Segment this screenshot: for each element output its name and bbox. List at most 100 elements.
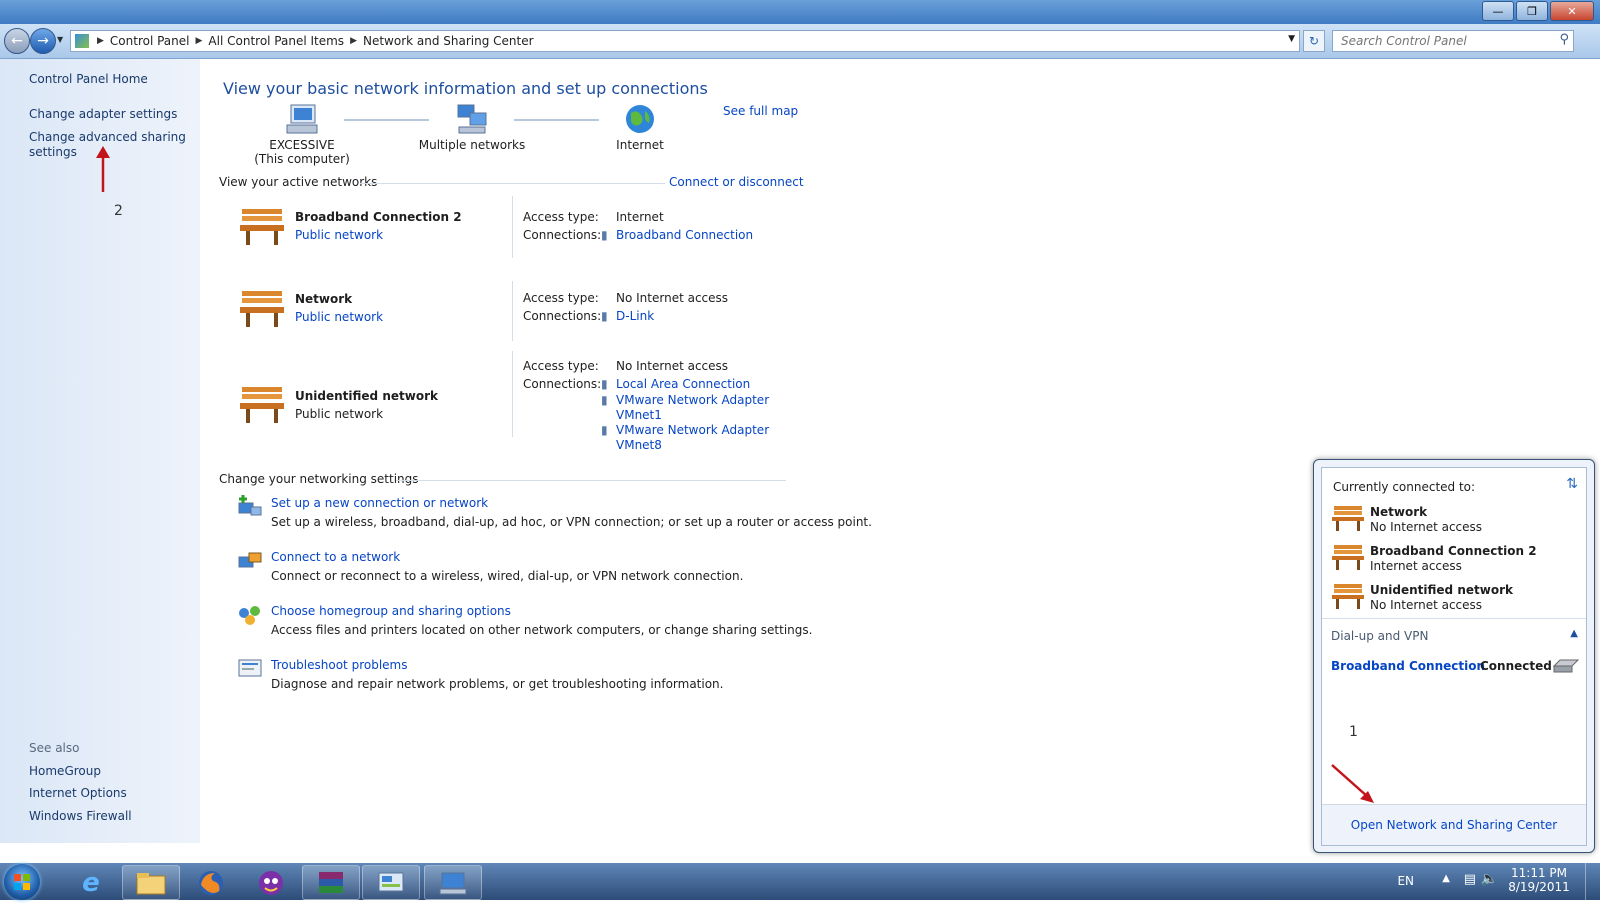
close-button[interactable]: ✕ bbox=[1550, 1, 1594, 21]
refresh-icon[interactable]: ⇅ bbox=[1566, 476, 1578, 492]
taskbar-winrar[interactable] bbox=[302, 865, 360, 900]
dialup-connection-link[interactable]: Broadband Connection bbox=[1331, 659, 1485, 673]
taskbar-firefox[interactable] bbox=[182, 865, 240, 900]
taskbar-control-panel[interactable] bbox=[362, 865, 420, 900]
access-type-value: No Internet access bbox=[616, 359, 729, 373]
control-panel-home-link[interactable]: Control Panel Home bbox=[29, 72, 148, 86]
task-description: Connect or reconnect to a wireless, wire… bbox=[271, 569, 744, 583]
address-bar[interactable]: ▶ Control Panel ▶ All Control Panel Item… bbox=[70, 30, 1300, 52]
internet-options-link[interactable]: Internet Options bbox=[29, 786, 127, 800]
homegroup-link[interactable]: HomeGroup bbox=[29, 764, 101, 778]
clock[interactable]: 11:11 PM 8/19/2011 bbox=[1504, 866, 1574, 894]
recent-pages-dropdown[interactable]: ▼ bbox=[57, 35, 63, 44]
clock-date: 8/19/2011 bbox=[1508, 880, 1570, 894]
active-networks-heading: View your active networks bbox=[219, 175, 378, 189]
dialup-vpn-heading[interactable]: Dial-up and VPN bbox=[1331, 629, 1428, 643]
language-indicator[interactable]: EN bbox=[1397, 874, 1414, 888]
breadcrumb-control-panel[interactable]: Control Panel bbox=[110, 34, 190, 48]
bench-icon bbox=[1332, 584, 1364, 609]
adapter-icon: ▮ bbox=[601, 309, 608, 323]
show-desktop-button[interactable] bbox=[1585, 863, 1600, 900]
window-controls: — ❐ ✕ bbox=[1482, 1, 1594, 21]
open-network-sharing-center-link[interactable]: Open Network and Sharing Center bbox=[1351, 818, 1557, 832]
homegroup-sharing-link[interactable]: Choose homegroup and sharing options bbox=[271, 604, 511, 618]
bench-icon bbox=[240, 209, 284, 245]
bench-icon bbox=[1332, 545, 1364, 570]
control-panel-icon bbox=[378, 872, 404, 891]
flyout-network-status: Internet access bbox=[1370, 559, 1462, 573]
breadcrumb-all-items[interactable]: All Control Panel Items bbox=[208, 34, 344, 48]
taskbar-yahoo-messenger[interactable] bbox=[242, 865, 300, 900]
breadcrumb-separator[interactable]: ▶ bbox=[350, 36, 357, 46]
breadcrumb-network-sharing[interactable]: Network and Sharing Center bbox=[363, 34, 534, 48]
network-tray-icon[interactable]: ▤ bbox=[1464, 872, 1476, 887]
collapse-icon[interactable]: ▲ bbox=[1570, 628, 1578, 639]
volume-icon[interactable]: 🔈 bbox=[1481, 871, 1498, 887]
flyout-network-name[interactable]: Unidentified network bbox=[1370, 583, 1513, 597]
search-icon[interactable]: ⚲ bbox=[1559, 32, 1569, 47]
breadcrumb-separator[interactable]: ▶ bbox=[196, 36, 203, 46]
connection-link[interactable]: VMware Network Adapter VMnet8 bbox=[616, 423, 769, 453]
search-box[interactable]: ⚲ bbox=[1332, 30, 1574, 52]
connect-to-network-link[interactable]: Connect to a network bbox=[271, 550, 400, 564]
network-type: Public network bbox=[295, 407, 384, 421]
forward-button[interactable]: → bbox=[30, 28, 56, 54]
new-connection-icon bbox=[238, 495, 262, 516]
connection-link[interactable]: Local Area Connection bbox=[616, 377, 750, 391]
troubleshoot-link[interactable]: Troubleshoot problems bbox=[271, 658, 407, 672]
flyout-network-name[interactable]: Broadband Connection 2 bbox=[1370, 544, 1537, 558]
connection-link[interactable]: Broadband Connection bbox=[616, 228, 753, 242]
divider bbox=[512, 196, 513, 258]
breadcrumb-separator[interactable]: ▶ bbox=[97, 36, 104, 46]
dialup-status: Connected bbox=[1480, 659, 1552, 673]
annotation-arrow-2 bbox=[96, 146, 110, 192]
divider bbox=[512, 351, 513, 437]
network-flyout: Currently connected to: ⇅ Network No Int… bbox=[1313, 459, 1595, 853]
see-full-map-link[interactable]: See full map bbox=[723, 104, 798, 118]
address-row: ← → ▼ ▶ Control Panel ▶ All Control Pane… bbox=[0, 24, 1600, 59]
network-type-link[interactable]: Public network bbox=[295, 310, 383, 324]
back-button[interactable]: ← bbox=[4, 28, 30, 54]
setup-connection-link[interactable]: Set up a new connection or network bbox=[271, 496, 488, 510]
windows-firewall-link[interactable]: Windows Firewall bbox=[29, 809, 132, 823]
connection-link[interactable]: D-Link bbox=[616, 309, 654, 323]
back-arrow-icon: ← bbox=[11, 33, 23, 49]
access-type-value: Internet bbox=[616, 210, 664, 224]
network-type-link[interactable]: Public network bbox=[295, 228, 383, 242]
start-button[interactable] bbox=[4, 864, 40, 900]
adapter-icon: ▮ bbox=[601, 393, 608, 407]
refresh-button[interactable]: ↻ bbox=[1303, 30, 1325, 52]
flyout-network-name[interactable]: Network bbox=[1370, 505, 1427, 519]
taskbar-ie[interactable]: e bbox=[62, 865, 120, 900]
connections-label: Connections: bbox=[523, 377, 602, 391]
adapter-icon: ▮ bbox=[601, 423, 608, 437]
adapter-icon: ▮ bbox=[601, 228, 608, 242]
connection-link[interactable]: VMware Network Adapter VMnet1 bbox=[616, 393, 769, 423]
taskbar-explorer[interactable] bbox=[122, 865, 180, 900]
winrar-icon bbox=[319, 871, 343, 893]
minimize-button[interactable]: — bbox=[1482, 1, 1514, 21]
adapter-icon: ▮ bbox=[601, 377, 608, 391]
flyout-footer: Open Network and Sharing Center bbox=[1322, 804, 1586, 845]
connect-or-disconnect-link[interactable]: Connect or disconnect bbox=[669, 175, 804, 189]
annotation-number-1: 1 bbox=[1349, 724, 1358, 740]
troubleshoot-icon bbox=[238, 659, 262, 677]
map-computer-node[interactable]: EXCESSIVE (This computer) bbox=[250, 103, 354, 166]
refresh-icon: ↻ bbox=[1308, 34, 1320, 48]
change-adapter-settings-link[interactable]: Change adapter settings bbox=[29, 107, 177, 121]
annotation-arrow-1 bbox=[1331, 764, 1374, 803]
map-multiple-networks-node[interactable]: Multiple networks bbox=[412, 103, 532, 152]
annotation-number-2: 2 bbox=[114, 203, 123, 219]
access-type-label: Access type: bbox=[523, 210, 599, 224]
access-type-label: Access type: bbox=[523, 291, 599, 305]
task-description: Access files and printers located on oth… bbox=[271, 623, 813, 637]
restore-button[interactable]: ❐ bbox=[1516, 1, 1548, 21]
taskbar-network-window[interactable] bbox=[424, 865, 482, 900]
yahoo-messenger-icon bbox=[259, 870, 283, 895]
page-title: View your basic network information and … bbox=[223, 79, 708, 98]
map-internet-node[interactable]: Internet bbox=[605, 103, 675, 152]
address-dropdown-icon[interactable]: ▼ bbox=[1288, 34, 1295, 44]
forward-arrow-icon: → bbox=[37, 33, 49, 49]
search-input[interactable] bbox=[1339, 31, 1543, 51]
show-hidden-icons-icon[interactable]: ▲ bbox=[1442, 873, 1450, 884]
